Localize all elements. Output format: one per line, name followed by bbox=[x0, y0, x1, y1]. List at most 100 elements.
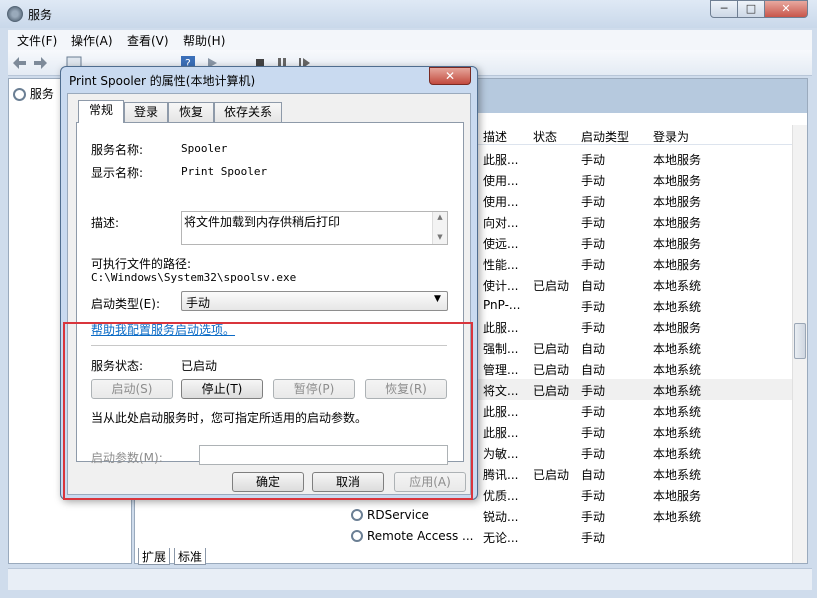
tab-logon[interactable]: 登录 bbox=[124, 102, 168, 122]
tab-standard[interactable]: 标准 bbox=[174, 548, 206, 565]
description-cell: 优质... bbox=[483, 487, 518, 504]
col-startup-type[interactable]: 启动类型 bbox=[581, 128, 629, 145]
back-arrow-icon[interactable] bbox=[12, 55, 28, 71]
startup-type-cell: 手动 bbox=[581, 487, 605, 504]
tab-recovery[interactable]: 恢复 bbox=[168, 102, 214, 122]
services-gear-icon bbox=[7, 6, 23, 22]
logon-as-cell: 本地系统 bbox=[653, 466, 701, 483]
display-name-label: 显示名称: bbox=[91, 164, 143, 181]
tree-item-label: 服务 bbox=[30, 87, 54, 101]
description-cell: 强制... bbox=[483, 340, 518, 357]
startup-type-cell: 手动 bbox=[581, 235, 605, 252]
description-cell: 使计... bbox=[483, 277, 518, 294]
startup-type-select[interactable]: 手动 ▼ bbox=[181, 291, 448, 311]
menu-help[interactable]: 帮助(H) bbox=[183, 32, 225, 49]
startup-type-cell: 手动 bbox=[581, 298, 605, 315]
executable-path-label: 可执行文件的路径: bbox=[91, 255, 191, 272]
startup-type-cell: 自动 bbox=[581, 340, 605, 357]
logon-as-cell: 本地系统 bbox=[653, 298, 701, 315]
service-row[interactable]: Remote Access ...无论...手动 bbox=[135, 526, 795, 547]
menu-view[interactable]: 查看(V) bbox=[127, 32, 169, 49]
description-text: 将文件加载到内存供稍后打印 bbox=[184, 213, 340, 230]
startup-type-cell: 自动 bbox=[581, 361, 605, 378]
logon-as-cell: 本地系统 bbox=[653, 361, 701, 378]
logon-as-cell: 本地服务 bbox=[653, 235, 701, 252]
logon-as-cell: 本地服务 bbox=[653, 319, 701, 336]
dialog-title: Print Spooler 的属性(本地计算机) bbox=[69, 72, 255, 89]
status-cell: 已启动 bbox=[533, 340, 569, 357]
dialog-close-button[interactable]: ✕ bbox=[429, 67, 471, 85]
display-name-value: Print Spooler bbox=[181, 165, 267, 178]
maximize-button[interactable]: □ bbox=[737, 0, 765, 18]
logon-as-cell: 本地服务 bbox=[653, 172, 701, 189]
menu-file[interactable]: 文件(F) bbox=[17, 32, 57, 49]
forward-arrow-icon[interactable] bbox=[32, 55, 48, 71]
tree-item-services[interactable]: 服务 bbox=[13, 85, 54, 102]
gear-icon bbox=[13, 88, 26, 101]
logon-as-cell: 本地系统 bbox=[653, 403, 701, 420]
description-cell: 无论... bbox=[483, 529, 518, 546]
startup-type-label: 启动类型(E): bbox=[91, 295, 160, 312]
status-cell: 已启动 bbox=[533, 466, 569, 483]
startup-type-cell: 手动 bbox=[581, 382, 605, 399]
description-cell: 锐动... bbox=[483, 508, 518, 525]
description-label: 描述: bbox=[91, 214, 119, 231]
startup-type-cell: 手动 bbox=[581, 529, 605, 546]
startup-type-cell: 手动 bbox=[581, 214, 605, 231]
menu-bar: 文件(F) 操作(A) 查看(V) 帮助(H) bbox=[8, 30, 812, 50]
view-tabs: 扩展 标准 bbox=[134, 548, 334, 566]
scrollbar-thumb[interactable] bbox=[794, 323, 806, 359]
description-cell: 使用... bbox=[483, 193, 518, 210]
logon-as-cell: 本地系统 bbox=[653, 382, 701, 399]
description-cell: 性能... bbox=[483, 256, 518, 273]
executable-path-value: C:\Windows\System32\spoolsv.exe bbox=[91, 271, 296, 284]
description-cell: 此服... bbox=[483, 424, 518, 441]
startup-type-cell: 自动 bbox=[581, 466, 605, 483]
tab-extended[interactable]: 扩展 bbox=[138, 548, 170, 565]
service-name-value: Spooler bbox=[181, 142, 227, 155]
description-cell: 将文... bbox=[483, 382, 518, 399]
startup-type-cell: 手动 bbox=[581, 256, 605, 273]
description-cell: PnP-... bbox=[483, 298, 520, 312]
description-box[interactable]: 将文件加载到内存供稍后打印 ▲▼ bbox=[181, 211, 448, 245]
close-button[interactable]: ✕ bbox=[764, 0, 808, 18]
highlight-annotation-box bbox=[63, 322, 473, 500]
logon-as-cell: 本地系统 bbox=[653, 340, 701, 357]
col-status[interactable]: 状态 bbox=[533, 128, 557, 145]
minimize-button[interactable]: ─ bbox=[710, 0, 738, 18]
tab-dependencies[interactable]: 依存关系 bbox=[214, 102, 282, 122]
startup-type-cell: 手动 bbox=[581, 172, 605, 189]
service-row[interactable]: RDService锐动...手动本地系统 bbox=[135, 505, 795, 526]
tab-general[interactable]: 常规 bbox=[78, 100, 124, 123]
menu-action[interactable]: 操作(A) bbox=[71, 32, 113, 49]
description-cell: 使用... bbox=[483, 172, 518, 189]
status-cell: 已启动 bbox=[533, 382, 569, 399]
logon-as-cell: 本地服务 bbox=[653, 214, 701, 231]
service-name-cell: RDService bbox=[367, 508, 429, 522]
startup-type-cell: 手动 bbox=[581, 403, 605, 420]
status-cell: 已启动 bbox=[533, 277, 569, 294]
description-cell: 腾讯... bbox=[483, 466, 518, 483]
startup-type-cell: 手动 bbox=[581, 193, 605, 210]
description-cell: 向对... bbox=[483, 214, 518, 231]
logon-as-cell: 本地系统 bbox=[653, 424, 701, 441]
chevron-down-icon: ▼ bbox=[434, 294, 441, 304]
description-cell: 使远... bbox=[483, 235, 518, 252]
window-title: 服务 bbox=[28, 6, 52, 23]
logon-as-cell: 本地服务 bbox=[653, 193, 701, 210]
description-scrollbar[interactable]: ▲▼ bbox=[432, 212, 447, 244]
startup-type-cell: 手动 bbox=[581, 424, 605, 441]
startup-type-cell: 手动 bbox=[581, 319, 605, 336]
logon-as-cell: 本地系统 bbox=[653, 445, 701, 462]
description-cell: 管理... bbox=[483, 361, 518, 378]
col-logon-as[interactable]: 登录为 bbox=[653, 128, 689, 145]
logon-as-cell: 本地服务 bbox=[653, 151, 701, 168]
description-cell: 此服... bbox=[483, 151, 518, 168]
col-description[interactable]: 描述 bbox=[483, 128, 507, 145]
startup-type-cell: 手动 bbox=[581, 508, 605, 525]
service-gear-icon bbox=[351, 509, 363, 521]
startup-type-cell: 自动 bbox=[581, 277, 605, 294]
status-bar bbox=[8, 568, 812, 590]
description-cell: 此服... bbox=[483, 319, 518, 336]
service-gear-icon bbox=[351, 530, 363, 542]
